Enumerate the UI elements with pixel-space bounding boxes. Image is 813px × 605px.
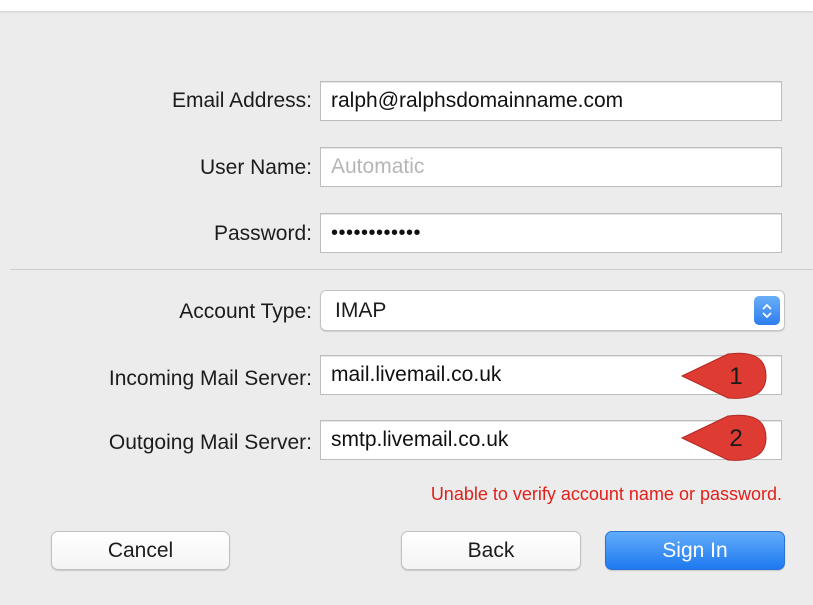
back-button-label: Back: [467, 538, 515, 562]
cancel-button-label: Cancel: [107, 538, 174, 562]
sign-in-button[interactable]: Sign In: [605, 531, 785, 570]
email-address-value: ralph@ralphsdomainname.com: [331, 89, 624, 112]
account-type-value: IMAP: [335, 298, 387, 322]
account-type-label: Account Type:: [179, 300, 312, 323]
section-divider: [10, 269, 813, 270]
callout-number-2: 2: [729, 425, 742, 452]
user-name-placeholder: Automatic: [331, 155, 425, 178]
callout-number-1: 1: [729, 363, 742, 390]
password-value: ••••••••••••: [331, 221, 422, 244]
sign-in-button-label: Sign In: [662, 538, 728, 562]
email-address-label: Email Address:: [171, 89, 312, 112]
user-name-label: User Name:: [199, 156, 312, 179]
account-type-select[interactable]: IMAP: [320, 290, 785, 331]
password-field[interactable]: ••••••••••••: [320, 213, 782, 253]
outgoing-mail-server-label: Outgoing Mail Server:: [108, 431, 312, 454]
incoming-mail-server-value: mail.livemail.co.uk: [331, 363, 502, 386]
window-top-strip: [0, 0, 813, 11]
error-message: Unable to verify account name or passwor…: [430, 484, 782, 504]
back-button[interactable]: Back: [401, 531, 581, 570]
outgoing-mail-server-value: smtp.livemail.co.uk: [331, 428, 509, 451]
callout-marker-2: 2: [680, 414, 767, 461]
window-top-edge: [0, 11, 813, 14]
email-address-field[interactable]: ralph@ralphsdomainname.com: [320, 81, 782, 121]
up-down-chevron-icon: [754, 296, 780, 325]
cancel-button[interactable]: Cancel: [51, 531, 230, 570]
user-name-field[interactable]: Automatic: [320, 147, 782, 187]
incoming-mail-server-label: Incoming Mail Server:: [108, 367, 312, 390]
callout-marker-1: 1: [680, 352, 767, 399]
password-label: Password:: [213, 222, 312, 245]
